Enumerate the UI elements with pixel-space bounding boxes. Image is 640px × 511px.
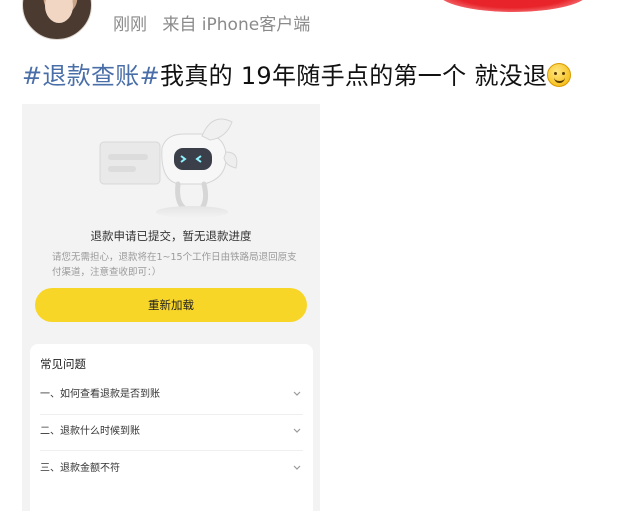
post-text: #退款查账#我真的 19年随手点的第一个 就没退 bbox=[22, 56, 572, 91]
faq-item-label: 三、退款金额不符 bbox=[40, 463, 120, 474]
avatar[interactable] bbox=[22, 0, 92, 40]
faq-panel: 常见问题 一、如何查看退款是否到账 二、退款什么时候到账 三、退款金额不符 bbox=[30, 344, 313, 511]
post-meta: 刚刚 来自 iPhone客户端 bbox=[113, 10, 320, 35]
faq-item-label: 一、如何查看退款是否到账 bbox=[40, 389, 160, 400]
faq-item-refund-time[interactable]: 二、退款什么时候到账 bbox=[40, 417, 303, 447]
chevron-down-icon bbox=[291, 417, 303, 447]
post-source: 来自 iPhone客户端 bbox=[162, 15, 311, 35]
post-time: 刚刚 bbox=[113, 15, 147, 35]
faq-item-amount-mismatch[interactable]: 三、退款金额不符 bbox=[40, 454, 303, 484]
chevron-down-icon bbox=[291, 380, 303, 410]
refund-screenshot[interactable]: 退款申请已提交，暂无退款进度 请您无需担心，退款将在1~15个工作日由铁路局退回… bbox=[22, 104, 320, 511]
faq-item-check-refund[interactable]: 一、如何查看退款是否到账 bbox=[40, 380, 303, 410]
chevron-down-icon bbox=[291, 454, 303, 484]
hashtag-link[interactable]: #退款查账# bbox=[22, 62, 160, 90]
post-body: 我真的 19年随手点的第一个 就没退 bbox=[160, 62, 548, 90]
faq-title: 常见问题 bbox=[40, 357, 86, 371]
refund-status-description: 请您无需担心，退款将在1~15个工作日由铁路局退回原支付渠道，注意查收即可：） bbox=[52, 252, 297, 278]
smile-emoji-icon bbox=[547, 63, 572, 87]
reload-button[interactable]: 重新加载 bbox=[35, 288, 307, 322]
faq-item-label: 二、退款什么时候到账 bbox=[40, 426, 140, 437]
red-decoration bbox=[438, 0, 588, 12]
divider bbox=[40, 414, 303, 415]
refund-status-title: 退款申请已提交，暂无退款进度 bbox=[90, 229, 252, 243]
divider bbox=[40, 450, 303, 451]
robot-mascot-illustration bbox=[99, 118, 238, 218]
